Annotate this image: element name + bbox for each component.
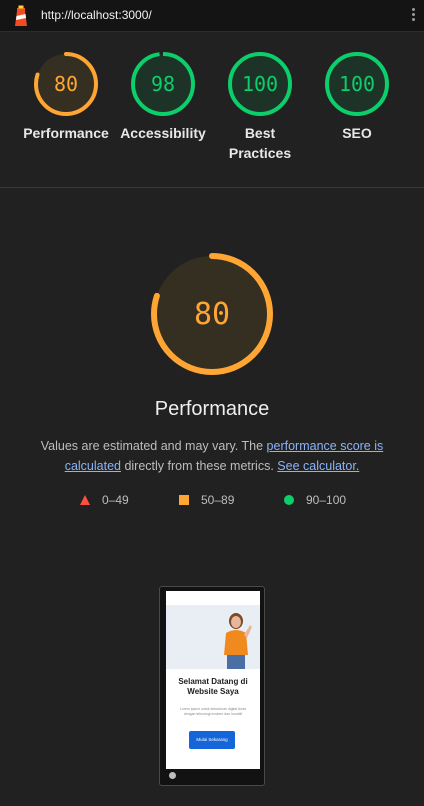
performance-big-score: 80 bbox=[194, 297, 230, 332]
triangle-icon bbox=[80, 495, 90, 505]
legend-average: 50–89 bbox=[179, 493, 234, 507]
seo-score: 100 bbox=[339, 72, 375, 96]
screenshot-subtext: Lorem ipsum untuk kebutuhan digital Anda… bbox=[179, 707, 247, 716]
more-menu-icon[interactable] bbox=[410, 8, 416, 24]
person-image bbox=[224, 613, 252, 669]
performance-big-gauge: 80 bbox=[151, 253, 273, 375]
see-calculator-link[interactable]: See calculator. bbox=[277, 459, 359, 473]
gauge-label-best-practices: Best Practices bbox=[228, 125, 292, 161]
legend-pass: 90–100 bbox=[284, 493, 346, 507]
performance-gauge-ring: 80 bbox=[34, 52, 98, 116]
screenshot-hero bbox=[166, 605, 260, 669]
accessibility-score: 98 bbox=[151, 72, 175, 96]
legend-fail-range: 0–49 bbox=[102, 493, 129, 507]
nextjs-badge-icon bbox=[169, 772, 176, 779]
performance-score: 80 bbox=[54, 72, 78, 96]
screenshot-cta-button: Mulai Sekarang bbox=[189, 731, 235, 749]
gauge-accessibility[interactable]: 98 Accessibility bbox=[115, 51, 211, 143]
lighthouse-icon bbox=[15, 5, 27, 26]
performance-heading: Performance bbox=[154, 398, 270, 420]
url-text[interactable]: http://localhost:3000/ bbox=[41, 8, 152, 22]
screenshot-heading: Selamat Datang di Website Saya bbox=[178, 677, 248, 696]
legend-average-range: 50–89 bbox=[201, 493, 235, 507]
accessibility-gauge-ring: 98 bbox=[131, 52, 195, 116]
legend-pass-range: 90–100 bbox=[306, 493, 347, 507]
gauge-label-performance: Performance bbox=[23, 125, 109, 141]
seo-gauge-ring: 100 bbox=[325, 52, 389, 116]
gauge-label-seo: SEO bbox=[342, 125, 372, 141]
gauge-best-practices[interactable]: 100 Best Practices bbox=[212, 51, 308, 163]
desc-text-1: Values are estimated and may vary. The bbox=[40, 439, 267, 453]
category-summary: 80 Performance 98 Accessibility 100 Best… bbox=[0, 33, 424, 188]
circle-icon bbox=[284, 495, 294, 505]
gauge-seo[interactable]: 100 SEO bbox=[309, 51, 405, 143]
gauge-performance[interactable]: 80 Performance bbox=[18, 51, 114, 143]
square-icon bbox=[179, 495, 189, 505]
legend-fail: 0–49 bbox=[80, 493, 129, 507]
desc-text-2: directly from these metrics. bbox=[120, 459, 274, 473]
final-screenshot-thumbnail[interactable]: Selamat Datang di Website Saya Lorem ips… bbox=[159, 586, 265, 786]
performance-description: Values are estimated and may vary. The p… bbox=[14, 436, 410, 476]
gauge-label-accessibility: Accessibility bbox=[120, 125, 206, 141]
best-practices-gauge-ring: 100 bbox=[228, 52, 292, 116]
best-practices-score: 100 bbox=[242, 72, 278, 96]
screenshot-screen: Selamat Datang di Website Saya Lorem ips… bbox=[166, 591, 260, 769]
browser-toolbar: http://localhost:3000/ bbox=[0, 0, 424, 32]
